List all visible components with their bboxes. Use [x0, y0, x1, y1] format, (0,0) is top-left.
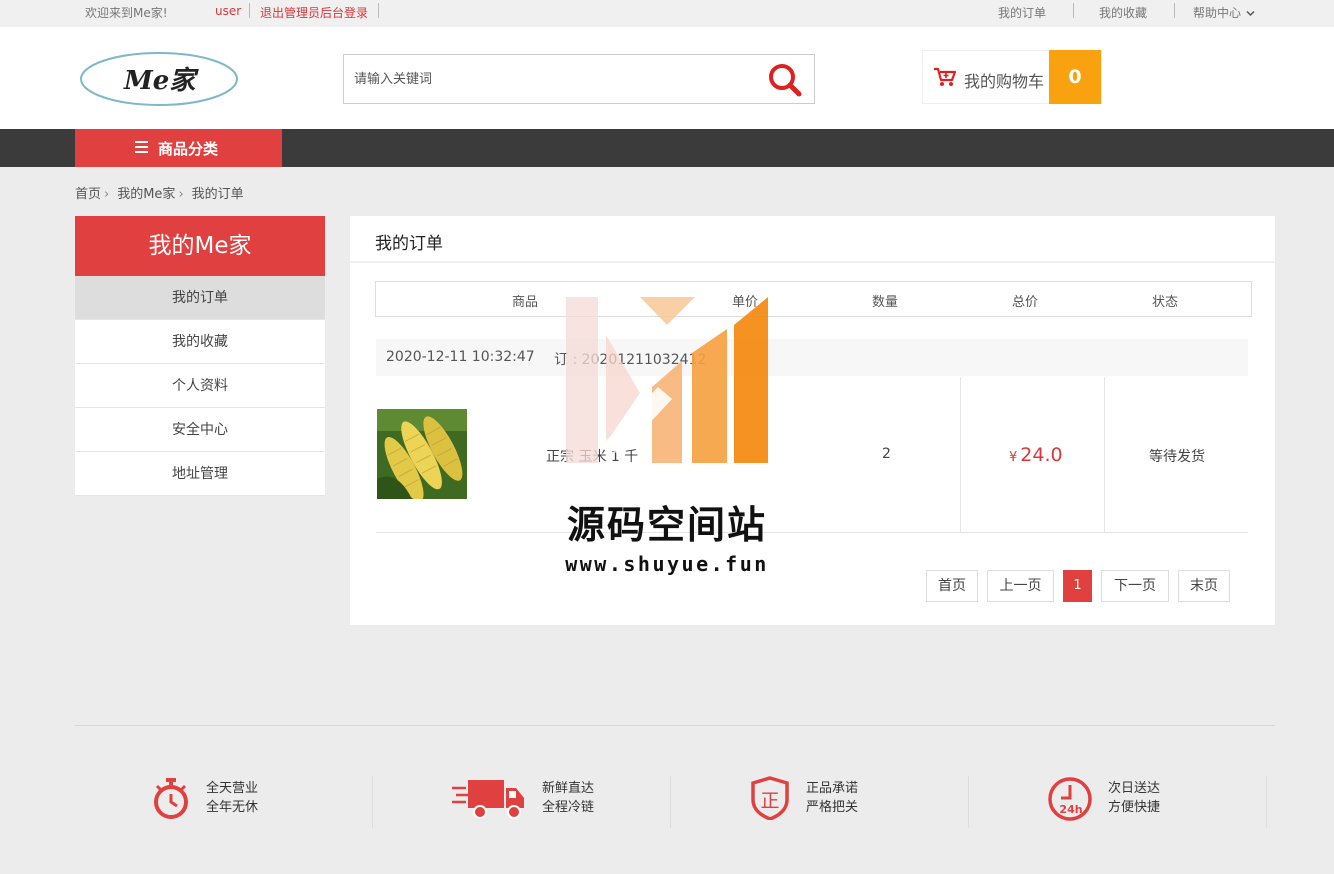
username-link[interactable]: user [215, 4, 241, 18]
product-thumbnail[interactable] [377, 409, 467, 499]
watermark-title: 源码空间站 [566, 503, 767, 547]
feature-open-all-day: 全天营业 全年无休 [152, 772, 272, 828]
feature-line2: 严格把关 [806, 800, 859, 815]
divider [670, 776, 671, 828]
product-category-button[interactable]: 商品分类 [75, 129, 282, 167]
footer-divider [75, 725, 1275, 726]
svg-text:24h: 24h [1059, 803, 1082, 816]
menu-icon [135, 141, 148, 153]
watermark-logo [566, 297, 768, 463]
sidebar-item-my-favorites[interactable]: 我的收藏 [75, 320, 325, 364]
shield-icon: 正 [751, 776, 789, 820]
pagination-first[interactable]: 首页 [926, 570, 978, 602]
site-logo[interactable]: Me家 [80, 51, 238, 107]
logo-graphic: Me家 [80, 52, 238, 106]
divider [249, 3, 250, 18]
sidebar-item-my-orders[interactable]: 我的订单 [75, 276, 325, 320]
sidebar-item-address[interactable]: 地址管理 [75, 452, 325, 496]
logo-text: Me家 [123, 66, 199, 96]
watermark-url: www.shuyue.fun [565, 552, 769, 576]
feature-genuine-promise: 正 正品承诺 严格把关 [750, 772, 870, 828]
chevron-right-icon: › [104, 187, 110, 202]
chevron-right-icon: › [178, 187, 184, 202]
feature-line2: 全年无休 [206, 800, 259, 815]
sidebar-item-profile[interactable]: 个人资料 [75, 364, 325, 408]
stopwatch-icon [154, 778, 188, 819]
feature-next-day-delivery: 24h 次日送达 方便快捷 [1047, 772, 1177, 828]
search-icon [769, 64, 802, 97]
clock-24h-icon: 24h [1048, 777, 1092, 821]
welcome-text: 欢迎来到Me家! [85, 6, 168, 20]
cart-label: 我的购物车 [964, 72, 1045, 91]
breadcrumb-current: 我的订单 [191, 187, 244, 202]
divider [378, 3, 379, 18]
top-my-favorites-link[interactable]: 我的收藏 [1099, 4, 1147, 21]
breadcrumb-my-me[interactable]: 我的Me家 [117, 187, 175, 202]
column-header-total: 总价 [1012, 295, 1039, 310]
feature-fresh-delivery: 新鲜直达 全程冷链 [452, 772, 612, 828]
divider [350, 261, 1275, 263]
shopping-cart-button[interactable]: 我的购物车 0 [922, 50, 1102, 104]
pagination-page-1[interactable]: 1 [1063, 570, 1092, 602]
pagination-prev[interactable]: 上一页 [987, 570, 1054, 602]
pagination-last[interactable]: 末页 [1178, 570, 1230, 602]
admin-logout-link[interactable]: 退出管理员后台登录 [260, 4, 368, 21]
feature-line1: 次日送达 [1108, 781, 1161, 796]
orders-table-header: 商品 单价 数量 总价 状态 [375, 281, 1252, 317]
feature-line2: 方便快捷 [1108, 800, 1161, 815]
chevron-down-icon [1246, 10, 1255, 17]
cart-icon [934, 67, 957, 86]
price-value: 24.0 [1020, 444, 1063, 466]
svg-text:正: 正 [760, 790, 779, 812]
search-box [343, 54, 815, 104]
top-my-orders-link[interactable]: 我的订单 [998, 4, 1046, 21]
breadcrumb: 首页 › 我的Me家 › 我的订单 [75, 183, 249, 202]
category-label: 商品分类 [158, 140, 219, 158]
column-header-quantity: 数量 [872, 295, 899, 310]
divider [968, 776, 969, 828]
order-total-price: ¥24.0 [1009, 444, 1063, 466]
column-header-product: 商品 [512, 295, 539, 310]
order-date: 2020-12-11 10:32:47 [386, 349, 535, 365]
search-input[interactable] [354, 55, 754, 103]
divider [1174, 3, 1175, 18]
divider [1104, 377, 1105, 532]
feature-line1: 全天营业 [206, 781, 259, 796]
feature-line1: 正品承诺 [806, 781, 859, 796]
help-center-label: 帮助中心 [1193, 6, 1242, 20]
delivery-truck-icon [452, 780, 524, 819]
orders-panel: 我的订单 商品 单价 数量 总价 状态 2020-12-11 10:32:47 … [350, 216, 1275, 625]
header: Me家 我的购物车 0 [0, 27, 1334, 129]
feature-line1: 新鲜直达 [542, 781, 595, 796]
breadcrumb-home[interactable]: 首页 [75, 187, 101, 202]
sidebar-item-security[interactable]: 安全中心 [75, 408, 325, 452]
feature-line2: 全程冷链 [542, 800, 595, 815]
help-center-menu[interactable]: 帮助中心 [1193, 4, 1255, 21]
pagination-next[interactable]: 下一页 [1101, 570, 1169, 602]
page-title: 我的订单 [375, 234, 443, 254]
divider [372, 776, 373, 828]
cart-count-badge: 0 [1049, 50, 1101, 104]
top-bar: 欢迎来到Me家! user 退出管理员后台登录 我的订单 我的收藏 帮助中心 [0, 0, 1334, 27]
sidebar-title: 我的Me家 [75, 216, 325, 276]
column-header-status: 状态 [1152, 295, 1179, 310]
order-row: 正宗 玉米 1 千 2 ¥24.0 等待发货 [376, 376, 1248, 533]
divider [1266, 776, 1267, 828]
search-button[interactable] [766, 61, 806, 99]
divider [960, 377, 961, 532]
order-status: 等待发货 [1149, 449, 1205, 465]
account-sidebar: 我的Me家 我的订单 我的收藏 个人资料 安全中心 地址管理 [75, 216, 325, 496]
divider [1073, 3, 1074, 18]
currency-symbol: ¥ [1009, 450, 1018, 465]
main-nav: 商品分类 [0, 129, 1334, 167]
order-header: 2020-12-11 10:32:47 订 : 20201211032412 [376, 339, 1248, 376]
order-quantity: 2 [882, 446, 891, 462]
